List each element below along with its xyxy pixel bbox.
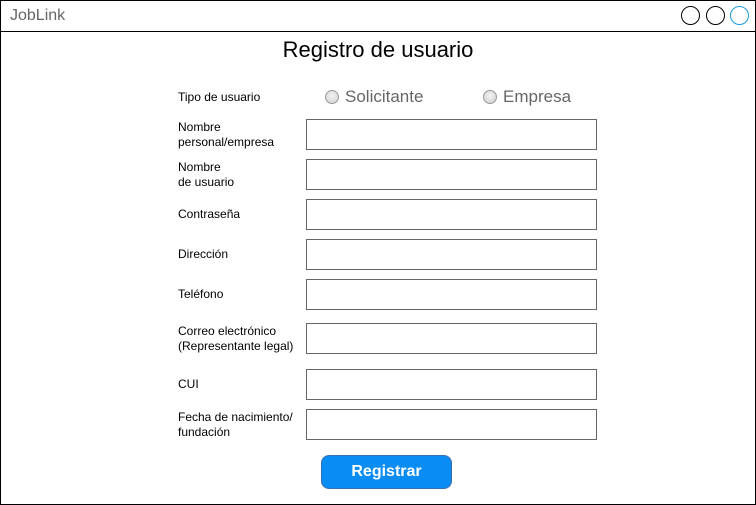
birthdate-input[interactable] xyxy=(306,409,597,440)
email-input[interactable] xyxy=(306,323,597,354)
radio-empresa-label: Empresa xyxy=(503,87,572,106)
radio-circle-icon[interactable] xyxy=(483,90,497,104)
email-label: Correo electrónico (Representante legal) xyxy=(178,324,294,353)
name-label: Nombre personal/empresa xyxy=(178,120,275,149)
app-window: JobLink Registro de usuario Tipo de usua… xyxy=(0,0,756,505)
radio-solicitante-label: Solicitante xyxy=(345,87,424,106)
radio-solicitante[interactable]: Solicitante xyxy=(325,87,424,106)
close-button[interactable] xyxy=(730,6,749,25)
user-type-label: Tipo de usuario xyxy=(178,90,261,104)
radio-circle-icon[interactable] xyxy=(325,90,339,104)
minimize-button[interactable] xyxy=(681,6,700,25)
cui-label: CUI xyxy=(178,377,199,391)
title-bar: JobLink xyxy=(1,1,755,32)
address-label: Dirección xyxy=(178,247,229,261)
birthdate-label: Fecha de nacimiento/ fundación xyxy=(178,410,293,439)
phone-label: Teléfono xyxy=(178,287,224,301)
password-input[interactable] xyxy=(306,199,597,230)
maximize-button[interactable] xyxy=(706,6,725,25)
cui-input[interactable] xyxy=(306,369,597,400)
app-title: JobLink xyxy=(10,7,66,24)
username-label: Nombre de usuario xyxy=(178,160,235,189)
address-input[interactable] xyxy=(306,239,597,270)
register-button[interactable]: Registrar xyxy=(321,455,452,489)
page-title: Registro de usuario xyxy=(282,37,474,62)
radio-empresa[interactable]: Empresa xyxy=(483,87,572,106)
username-input[interactable] xyxy=(306,159,597,190)
password-label: Contraseña xyxy=(178,207,241,221)
phone-input[interactable] xyxy=(306,279,597,310)
name-input[interactable] xyxy=(306,119,597,150)
